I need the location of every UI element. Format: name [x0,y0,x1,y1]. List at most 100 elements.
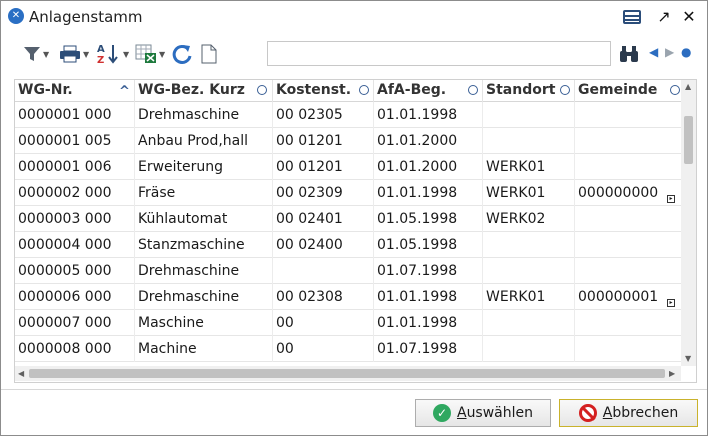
asset-table: WG-Nr. ^ WG-Bez. Kurz Kostenst. AfA-Beg.… [14,79,697,383]
scroll-right-arrow-icon[interactable]: ▶ [669,369,675,378]
toolbar: ▼ ▼ A Z ▼ ▼ ◀ ▶ ● [1,33,707,77]
column-header-label: WG-Nr. [18,82,73,98]
table-cell-afa: 01.07.1998 [374,258,483,284]
find-button[interactable] [619,43,639,65]
table-cell-bez: Anbau Prod,hall [135,128,273,154]
table-cell-kst: 00 02401 [273,206,374,232]
print-button[interactable]: ▼ [59,43,89,65]
cancel-icon [578,404,597,422]
column-options-icon[interactable] [670,85,680,95]
table-cell-standort: WERK02 [483,206,575,232]
table-cell-gemeinde [575,154,681,180]
column-header-label: Standort [486,82,556,98]
table-cell-gemeinde [575,232,681,258]
table-row[interactable]: 0000002 000 Fräse 00 02309 01.01.1998 WERK01… [15,180,681,206]
table-cell-afa: 01.01.1998 [374,284,483,310]
vertical-scrollbar[interactable]: ▲ ▼ [681,80,696,366]
svg-text:Z: Z [97,55,104,65]
table-cell-kst: 00 [273,310,374,336]
excel-export-icon [135,44,156,63]
table-cell-wg-nr: 0000005 000 [15,258,135,284]
table-cell-standort [483,128,575,154]
select-button[interactable]: ✓ Auswählen [415,399,551,427]
table-cell-afa: 01.01.2000 [374,128,483,154]
table-row[interactable]: 0000001 005 Anbau Prod,hall 00 01201 01.01.… [15,128,681,154]
scroll-left-arrow-icon[interactable]: ◀ [18,369,24,378]
excel-export-button[interactable]: ▼ [135,43,165,65]
prev-arrow-icon[interactable]: ◀ [649,45,658,59]
filter-icon [24,47,40,61]
table-cell-wg-nr: 0000004 000 [15,232,135,258]
table-row[interactable]: 0000006 000 Drehmaschine 00 02308 01.01.199… [15,284,681,310]
close-icon[interactable]: ✕ [678,7,700,27]
column-options-icon[interactable] [468,85,478,95]
table-cell-standort: WERK01 [483,284,575,310]
table-cell-afa: 01.01.1998 [374,180,483,206]
table-cell-gemeinde [575,128,681,154]
table-cell-kst: 00 02305 [273,102,374,128]
table-cell-afa: 01.01.1998 [374,310,483,336]
table-cell-bez: Erweiterung [135,154,273,180]
table-row[interactable]: 0000004 000 Stanzmaschine 00 02400 01.05.19… [15,232,681,258]
column-header-wg-nr[interactable]: WG-Nr. ^ [15,80,135,102]
column-header-kostenst[interactable]: Kostenst. [273,80,374,102]
table-cell-afa: 01.01.2000 [374,154,483,180]
column-header-label: Gemeinde [578,82,658,98]
table-cell-standort [483,232,575,258]
table-row[interactable]: 0000005 000 Drehmaschine 01.07.1998 [15,258,681,284]
table-cell-kst: 00 02400 [273,232,374,258]
table-cell-kst: 00 01201 [273,128,374,154]
scroll-down-arrow-icon[interactable]: ▼ [685,354,691,363]
column-header-label: AfA-Beg. [377,82,447,98]
expand-value-icon[interactable]: ▸ [667,299,675,307]
column-header-wg-bez-kurz[interactable]: WG-Bez. Kurz [135,80,273,102]
column-options-icon[interactable] [359,85,369,95]
column-header-standort[interactable]: Standort [483,80,575,102]
search-input[interactable] [267,41,611,66]
filter-button[interactable]: ▼ [23,43,49,65]
table-cell-gemeinde [575,336,681,362]
table-row[interactable]: 0000003 000 Kühlautomat 00 02401 01.05.1998… [15,206,681,232]
binoculars-icon [620,46,638,62]
horizontal-scroll-thumb[interactable] [29,369,665,378]
window-title: Anlagenstamm [29,8,143,26]
table-cell-bez: Drehmaschine [135,258,273,284]
table-cell-wg-nr: 0000003 000 [15,206,135,232]
maximize-arrow-icon[interactable]: ↗ [653,7,675,27]
horizontal-scrollbar[interactable]: ◀ ▶ [15,366,681,381]
table-row[interactable]: 0000008 000 Machine 00 01.07.1998 [15,336,681,362]
table-cell-gemeinde: 000000001 [578,289,659,305]
table-row[interactable]: 0000001 006 Erweiterung 00 01201 01.01.2000… [15,154,681,180]
print-icon [60,45,80,63]
table-cell-standort: WERK01 [483,180,575,206]
column-header-afa-beg[interactable]: AfA-Beg. [374,80,483,102]
table-cell-gemeinde [575,258,681,284]
vertical-scroll-thumb[interactable] [684,116,693,164]
table-cell-standort: WERK01 [483,154,575,180]
column-options-icon[interactable] [560,85,570,95]
refresh-button[interactable] [171,43,193,65]
new-document-icon [201,44,217,64]
table-row[interactable]: 0000007 000 Maschine 00 01.01.1998 [15,310,681,336]
column-header-gemeinde[interactable]: Gemeinde [575,80,681,102]
menu-icon[interactable] [621,7,643,27]
next-arrow-icon[interactable]: ▶ [665,45,674,59]
table-cell-gemeinde: 000000000 [578,185,659,201]
expand-value-icon[interactable]: ▸ [667,195,675,203]
table-cell-wg-nr: 0000007 000 [15,310,135,336]
table-header: WG-Nr. ^ WG-Bez. Kurz Kostenst. AfA-Beg.… [15,80,681,102]
scroll-up-arrow-icon[interactable]: ▲ [685,82,691,91]
title-bar: ✕ Anlagenstamm ↗ ✕ [1,1,707,33]
record-dot-icon[interactable]: ● [681,45,691,59]
table-cell-bez: Maschine [135,310,273,336]
table-cell-wg-nr: 0000001 005 [15,128,135,154]
column-header-label: Kostenst. [276,82,352,98]
table-cell-bez: Stanzmaschine [135,232,273,258]
table-cell-kst: 00 02309 [273,180,374,206]
table-row[interactable]: 0000001 000 Drehmaschine 00 02305 01.01.199… [15,102,681,128]
sort-button[interactable]: A Z ▼ [97,43,129,65]
column-options-icon[interactable] [257,85,267,95]
new-document-button[interactable] [201,43,217,65]
cancel-button[interactable]: Abbrechen [559,399,698,427]
table-cell-wg-nr: 0000008 000 [15,336,135,362]
